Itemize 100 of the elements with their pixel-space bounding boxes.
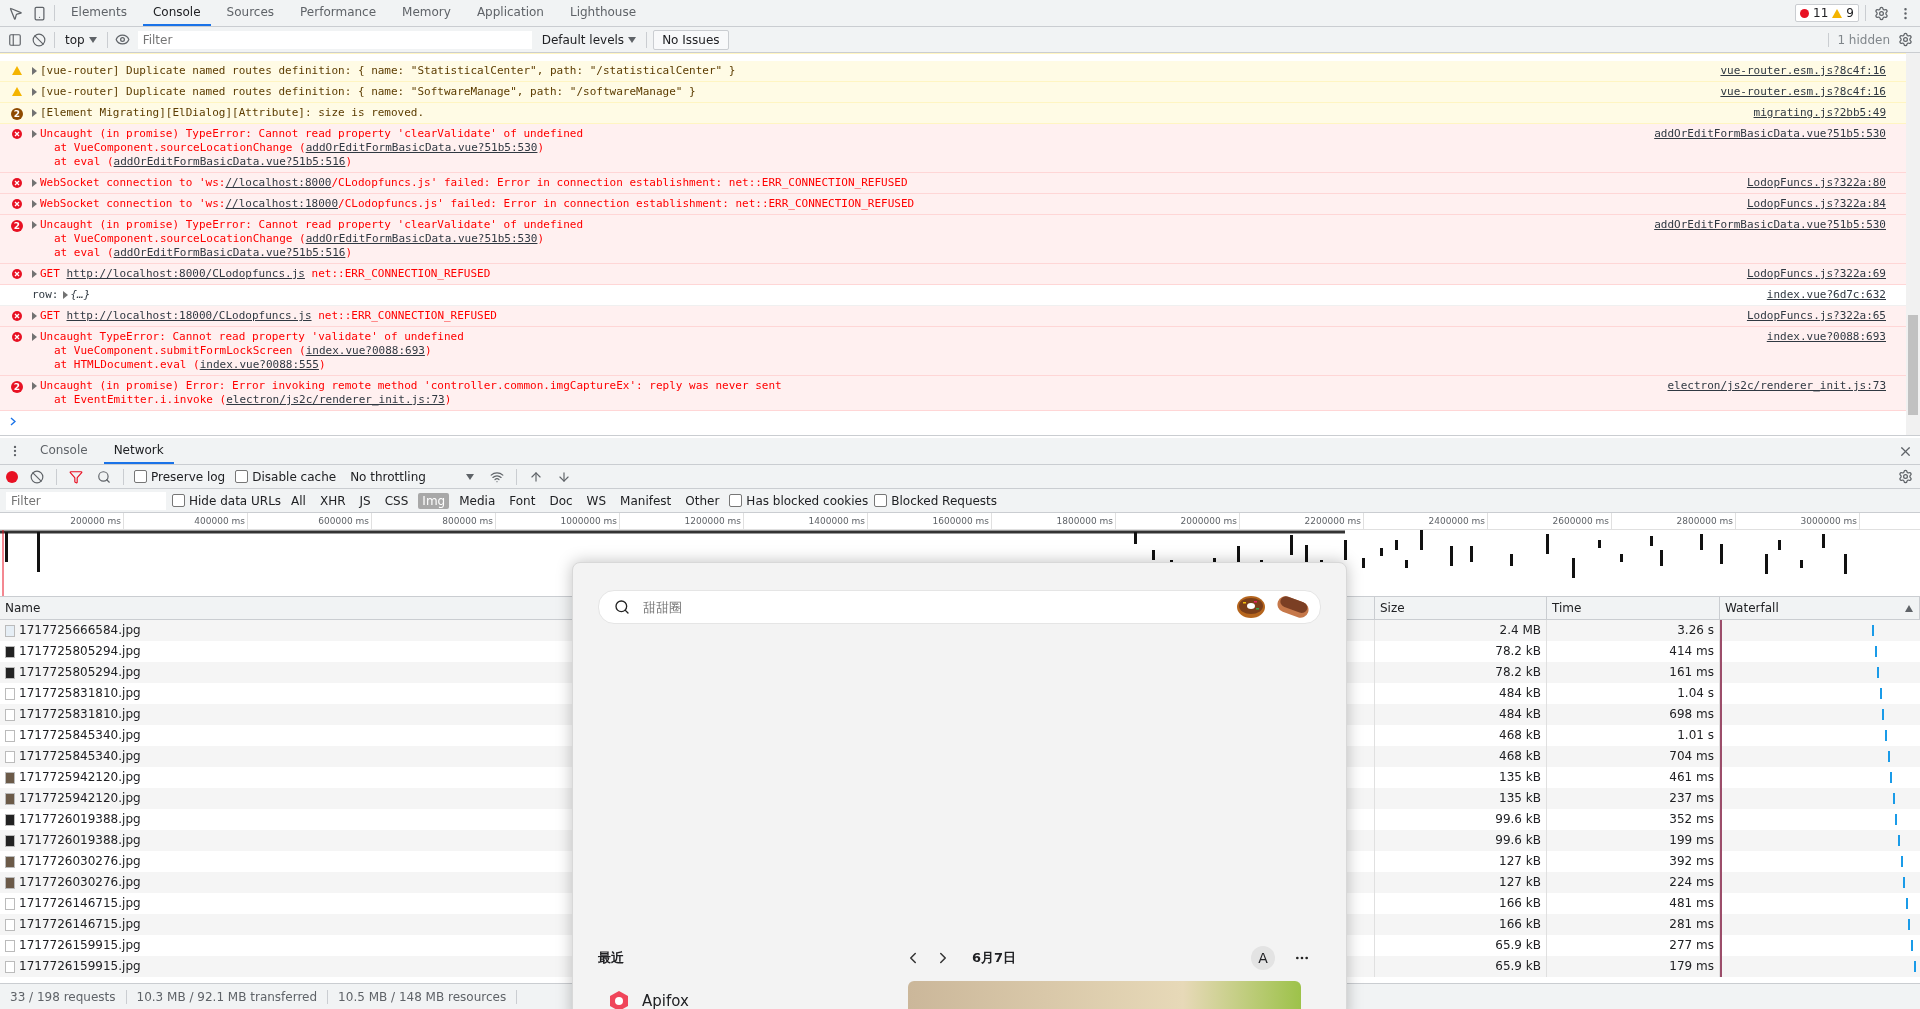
source-link[interactable]: index.vue?0088:555 [199, 358, 319, 371]
image-thumbnail-icon [5, 960, 15, 973]
column-header[interactable]: Name [5, 597, 41, 619]
file-name[interactable]: 1717725845340.jpg [19, 725, 141, 746]
source-link[interactable]: electron/js2c/renderer_init.js:73 [1667, 379, 1886, 393]
source-link[interactable]: migrating.js?2bb5:49 [1753, 106, 1886, 120]
column-header[interactable]: Waterfall [1725, 597, 1779, 619]
file-name[interactable]: 1717726030276.jpg [19, 851, 141, 872]
file-name[interactable]: 1717725845340.jpg [19, 746, 141, 767]
file-name[interactable]: 1717726159915.jpg [19, 935, 141, 956]
record-icon[interactable] [6, 470, 18, 483]
object-preview[interactable]: {…} [70, 288, 91, 302]
settings-icon[interactable] [1896, 467, 1914, 486]
expand-arrow-icon[interactable] [32, 312, 37, 320]
expand-arrow-icon[interactable] [62, 291, 68, 299]
type-filter[interactable]: Media [455, 492, 500, 509]
checkbox-option[interactable]: Has blocked cookies [729, 493, 869, 508]
settings-icon[interactable] [1872, 4, 1890, 22]
type-filter[interactable]: Font [505, 492, 540, 509]
type-filter[interactable]: Manifest [616, 492, 676, 509]
source-link[interactable]: LodopFuncs.js?322a:84 [1746, 197, 1886, 211]
expand-arrow-icon[interactable] [32, 270, 37, 278]
source-link[interactable]: LodopFuncs.js?322a:65 [1746, 309, 1886, 323]
checkbox-option[interactable]: Blocked Requests [874, 493, 998, 508]
file-name[interactable]: 1717726019388.jpg [19, 830, 141, 851]
file-name[interactable]: 1717725805294.jpg [19, 641, 141, 662]
type-filter[interactable]: XHR [315, 492, 350, 509]
devtools-tab[interactable]: Lighthouse [559, 0, 647, 26]
devtools-tab[interactable]: Sources [216, 0, 285, 26]
file-name[interactable]: 1717725942120.jpg [19, 767, 141, 788]
source-link[interactable]: LodopFuncs.js?322a:69 [1746, 267, 1886, 281]
issues-button[interactable]: No Issues [653, 29, 729, 50]
file-name[interactable]: 1717726030276.jpg [19, 872, 141, 893]
type-filter[interactable]: Other [681, 492, 724, 509]
source-link[interactable]: addOrEditFormBasicData.vue?51b5:530 [305, 141, 538, 154]
drawer-tab[interactable]: Console [30, 438, 98, 464]
devtools-tab[interactable]: Memory [392, 0, 461, 26]
checkbox-option[interactable]: Disable cache [235, 469, 337, 484]
expand-arrow-icon[interactable] [32, 200, 37, 208]
file-name[interactable]: 1717726146715.jpg [19, 914, 141, 935]
column-header[interactable]: Time [1552, 597, 1582, 619]
issue-counter[interactable]: 11 9 [1795, 4, 1859, 22]
prompt-icon[interactable] [10, 417, 16, 426]
type-filter[interactable]: CSS [380, 492, 413, 509]
expand-arrow-icon[interactable] [32, 221, 37, 229]
expand-arrow-icon[interactable] [32, 130, 37, 138]
devtools-tab[interactable]: Performance [290, 0, 387, 26]
source-link[interactable]: LodopFuncs.js?322a:80 [1746, 176, 1886, 190]
source-link[interactable]: vue-router.esm.js?8c4f:16 [1720, 64, 1886, 78]
source-link[interactable]: addOrEditFormBasicData.vue?51b5:530 [1654, 218, 1886, 232]
expand-arrow-icon[interactable] [32, 88, 37, 96]
sort-icon[interactable] [1905, 604, 1913, 612]
app-name[interactable]: Apifox [642, 992, 689, 1009]
search-input[interactable]: 甜甜圈 [641, 598, 1226, 616]
file-name[interactable]: 1717726019388.jpg [19, 809, 141, 830]
source-link[interactable]: addOrEditFormBasicData.vue?51b5:530 [305, 232, 538, 245]
context-dropdown[interactable]: top [61, 32, 101, 47]
scrollbar[interactable] [1906, 53, 1920, 435]
file-name[interactable]: 1717725805294.jpg [19, 662, 141, 683]
source-link[interactable]: http://localhost:18000/CLodopfuncs.js [66, 309, 312, 322]
file-name[interactable]: 1717726146715.jpg [19, 893, 141, 914]
file-name[interactable]: 1717725831810.jpg [19, 683, 141, 704]
source-link[interactable]: addOrEditFormBasicData.vue?51b5:516 [113, 246, 346, 259]
expand-arrow-icon[interactable] [32, 109, 37, 117]
source-link[interactable]: vue-router.esm.js?8c4f:16 [1720, 85, 1886, 99]
source-link[interactable]: index.vue?6d7c:632 [1766, 288, 1886, 302]
file-name[interactable]: 1717725831810.jpg [19, 704, 141, 725]
checkbox-option[interactable]: Preserve log [134, 469, 226, 484]
type-filter[interactable]: JS [355, 492, 375, 509]
devtools-tab[interactable]: Elements [61, 0, 137, 26]
file-name[interactable]: 1717725942120.jpg [19, 788, 141, 809]
expand-arrow-icon[interactable] [32, 67, 37, 75]
source-link[interactable]: http://localhost:8000/CLodopfuncs.js [66, 267, 305, 280]
type-filter[interactable]: All [287, 492, 310, 509]
type-filter[interactable]: WS [582, 492, 611, 509]
expand-arrow-icon[interactable] [32, 179, 37, 187]
type-filter[interactable]: Doc [545, 492, 577, 509]
source-link[interactable]: //localhost:8000 [225, 176, 332, 189]
status-text: 10.3 MB / 92.1 MB transferred [126, 989, 329, 1004]
source-link[interactable]: //localhost:18000 [225, 197, 339, 210]
avatar[interactable]: A [1251, 946, 1275, 970]
column-header[interactable]: Size [1380, 597, 1405, 619]
source-link[interactable]: index.vue?0088:693 [305, 344, 425, 357]
waterfall-bar [1895, 814, 1898, 825]
filter-field[interactable]: Filter [137, 30, 532, 49]
search-field[interactable]: 甜甜圈 [598, 590, 1321, 624]
levels-dropdown[interactable]: Default levels [537, 32, 641, 47]
settings-icon[interactable] [1896, 30, 1914, 49]
file-name[interactable]: 1717725666584.jpg [19, 620, 141, 641]
checkbox-option[interactable]: Hide data URLs [172, 493, 282, 508]
expand-arrow-icon[interactable] [32, 333, 37, 341]
file-name[interactable]: 1717726159915.jpg [19, 956, 141, 977]
filter-field[interactable]: Filter [6, 491, 166, 510]
throttling-dropdown[interactable]: No throttling [346, 469, 478, 484]
source-link[interactable]: addOrEditFormBasicData.vue?51b5:530 [1654, 127, 1886, 141]
source-link[interactable]: electron/js2c/renderer_init.js:73 [226, 393, 445, 406]
expand-arrow-icon[interactable] [32, 382, 37, 390]
devtools-tab[interactable]: Application [466, 0, 554, 26]
source-link[interactable]: index.vue?0088:693 [1766, 330, 1886, 344]
source-link[interactable]: addOrEditFormBasicData.vue?51b5:516 [113, 155, 346, 168]
